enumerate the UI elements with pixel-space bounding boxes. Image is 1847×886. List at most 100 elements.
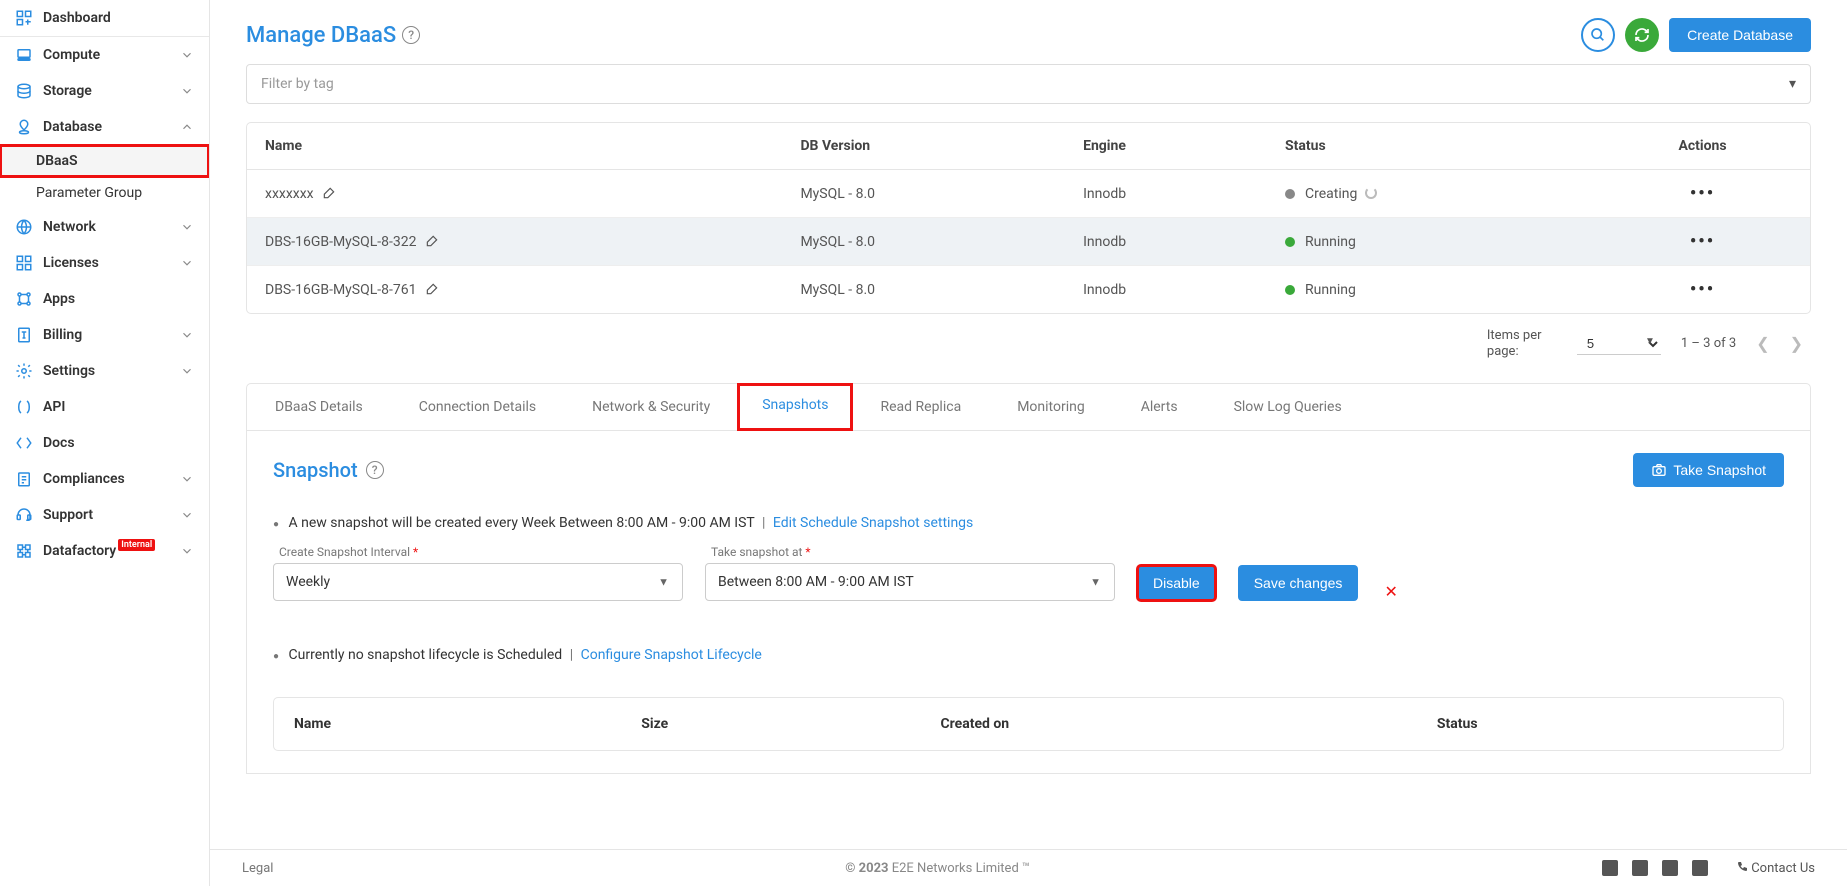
chevron-up-icon [180, 120, 194, 134]
db-name: DBS-16GB-MySQL-8-322 [265, 234, 417, 250]
contact-us-link[interactable]: Contact Us [1736, 861, 1815, 876]
tab-alerts[interactable]: Alerts [1113, 384, 1206, 430]
column-header: Created on [923, 700, 1417, 748]
table-row[interactable]: DBS-16GB-MySQL-8-761MySQL - 8.0InnodbRun… [247, 266, 1810, 314]
sidebar-item-label: Settings [43, 363, 95, 379]
facebook-icon[interactable] [1632, 860, 1648, 876]
column-header: Engine [1065, 123, 1267, 170]
time-select[interactable]: Between 8:00 AM - 9:00 AM IST [705, 563, 1115, 601]
detail-tabs: DBaaS DetailsConnection DetailsNetwork &… [246, 383, 1811, 431]
sidebar-item-dashboard[interactable]: Dashboard [0, 0, 209, 37]
sidebar-sub-parameter-group[interactable]: Parameter Group [0, 177, 209, 209]
db-engine: Innodb [1065, 218, 1267, 266]
tab-monitoring[interactable]: Monitoring [989, 384, 1113, 430]
row-actions-menu[interactable]: ••• [1690, 279, 1715, 300]
internal-badge: Internal [118, 539, 155, 551]
sidebar-item-label: API [43, 399, 65, 415]
rss-icon[interactable] [1692, 860, 1708, 876]
db-name: DBS-16GB-MySQL-8-761 [265, 282, 417, 298]
prev-page-button[interactable]: ❮ [1756, 334, 1769, 353]
table-row[interactable]: xxxxxxxMySQL - 8.0InnodbCreating••• [247, 170, 1810, 218]
table-row[interactable]: DBS-16GB-MySQL-8-322MySQL - 8.0InnodbRun… [247, 218, 1810, 266]
storage-icon [15, 82, 33, 100]
sidebar-item-datafactory[interactable]: DatafactoryInternal [0, 533, 209, 569]
sidebar-item-compliances[interactable]: Compliances [0, 461, 209, 497]
sidebar-item-label: Billing [43, 327, 82, 343]
sidebar-item-api[interactable]: API [0, 389, 209, 425]
schedule-info: ● A new snapshot will be created every W… [273, 515, 1784, 531]
tab-dbaas-details[interactable]: DBaaS Details [247, 384, 391, 430]
sidebar-item-label: Dashboard [43, 10, 111, 26]
search-icon[interactable] [1581, 18, 1615, 52]
camera-icon [1651, 462, 1667, 478]
billing-icon [15, 326, 33, 344]
tab-connection-details[interactable]: Connection Details [391, 384, 564, 430]
refresh-icon[interactable] [1625, 18, 1659, 52]
apps-icon [15, 290, 33, 308]
sidebar-item-label: Licenses [43, 255, 99, 271]
legal-link[interactable]: Legal [242, 861, 273, 876]
row-actions-menu[interactable]: ••• [1690, 183, 1715, 204]
status-dot-icon [1285, 285, 1295, 295]
linkedin-icon[interactable] [1602, 860, 1618, 876]
tab-network-security[interactable]: Network & Security [564, 384, 738, 430]
caret-down-icon: ▾ [1789, 76, 1796, 92]
sidebar-item-label: Storage [43, 83, 92, 99]
time-label: Take snapshot at * [705, 545, 1115, 559]
interval-select[interactable]: Weekly [273, 563, 683, 601]
db-name: xxxxxxx [265, 186, 314, 202]
sidebar-sub-dbaas[interactable]: DBaaS [0, 145, 209, 177]
edit-icon[interactable] [425, 234, 439, 248]
sidebar-item-licenses[interactable]: Licenses [0, 245, 209, 281]
sidebar-item-label: Network [43, 219, 96, 235]
sidebar-item-support[interactable]: Support [0, 497, 209, 533]
close-icon[interactable]: ✕ [1384, 582, 1397, 601]
db-version: MySQL - 8.0 [782, 218, 1065, 266]
sidebar-item-settings[interactable]: Settings [0, 353, 209, 389]
sidebar-item-network[interactable]: Network [0, 209, 209, 245]
sidebar-item-billing[interactable]: Billing [0, 317, 209, 353]
disable-button[interactable]: Disable [1137, 565, 1216, 601]
column-header: Status [1267, 123, 1595, 170]
filter-placeholder: Filter by tag [261, 76, 334, 92]
help-icon[interactable]: ? [366, 461, 384, 479]
edit-schedule-link[interactable]: Edit Schedule Snapshot settings [773, 515, 973, 531]
take-snapshot-button[interactable]: Take Snapshot [1633, 453, 1784, 487]
configure-lifecycle-link[interactable]: Configure Snapshot Lifecycle [581, 647, 762, 663]
api-icon [15, 398, 33, 416]
tab-read-replica[interactable]: Read Replica [852, 384, 989, 430]
tab-snapshots[interactable]: Snapshots [738, 384, 852, 430]
licenses-icon [15, 254, 33, 272]
chevron-down-icon [180, 364, 194, 378]
tab-slow-log-queries[interactable]: Slow Log Queries [1206, 384, 1370, 430]
help-icon[interactable]: ? [402, 26, 420, 44]
schedule-form: Create Snapshot Interval * Weekly ▼ Take… [273, 545, 1784, 601]
sidebar-item-apps[interactable]: Apps [0, 281, 209, 317]
next-page-button[interactable]: ❯ [1790, 334, 1803, 353]
edit-icon[interactable] [425, 282, 439, 296]
dashboard-icon [15, 9, 33, 27]
db-status: Running [1305, 282, 1356, 298]
sidebar-item-storage[interactable]: Storage [0, 73, 209, 109]
snapshot-table: NameSizeCreated onStatus [274, 698, 1783, 750]
create-database-button[interactable]: Create Database [1669, 18, 1811, 52]
twitter-icon[interactable] [1662, 860, 1678, 876]
column-header: DB Version [782, 123, 1065, 170]
edit-icon[interactable] [322, 186, 336, 200]
sidebar-item-database[interactable]: Database [0, 109, 209, 145]
support-icon [15, 506, 33, 524]
row-actions-menu[interactable]: ••• [1690, 231, 1715, 252]
filter-by-tag-dropdown[interactable]: Filter by tag ▾ [246, 64, 1811, 104]
sidebar-item-compute[interactable]: Compute [0, 37, 209, 73]
settings-icon [15, 362, 33, 380]
database-table: NameDB VersionEngineStatusActions xxxxxx… [247, 123, 1810, 313]
compliances-icon [15, 470, 33, 488]
chevron-down-icon [180, 508, 194, 522]
snapshot-title: Snapshot ? [273, 458, 384, 482]
save-changes-button[interactable]: Save changes [1238, 565, 1359, 601]
main: Manage DBaaS ? Create Database Filter by… [210, 0, 1847, 886]
db-engine: Innodb [1065, 170, 1267, 218]
sidebar-item-docs[interactable]: Docs [0, 425, 209, 461]
db-status: Creating [1305, 186, 1357, 202]
bullet-icon: ● [273, 519, 279, 530]
